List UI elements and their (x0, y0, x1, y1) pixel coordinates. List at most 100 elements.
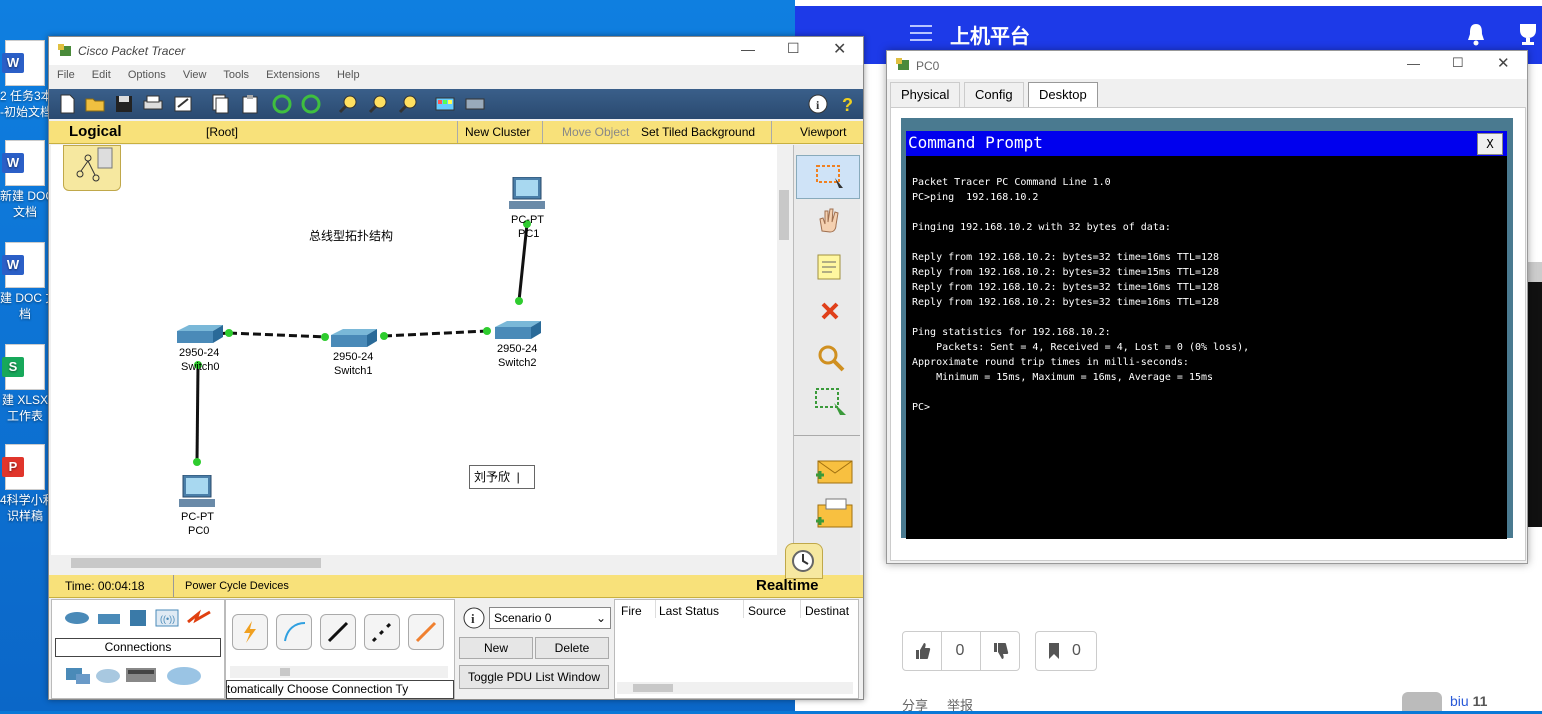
realtime-clock-icon[interactable] (785, 543, 823, 579)
wan-emulation-category-icon[interactable] (94, 666, 122, 689)
note-tool-icon[interactable] (816, 253, 842, 284)
custom-made-devices-icon[interactable] (124, 662, 158, 693)
menu-options[interactable]: Options (128, 69, 166, 81)
hamburger-icon[interactable] (910, 25, 932, 41)
pc0-device-icon[interactable] (177, 474, 217, 509)
menu-tools[interactable]: Tools (223, 69, 249, 81)
new-file-icon[interactable] (56, 93, 78, 115)
zoom-reset-icon[interactable] (367, 93, 389, 115)
delete-scenario-button[interactable]: Delete (535, 637, 609, 659)
copy-icon[interactable] (209, 93, 231, 115)
tab-config[interactable]: Config (964, 82, 1024, 107)
new-cluster-button[interactable]: New Cluster (465, 125, 530, 139)
auto-connection-icon[interactable] (232, 614, 268, 650)
menu-file[interactable]: File (57, 69, 75, 81)
hub-category-icon[interactable] (128, 608, 148, 631)
bookmark-button[interactable]: 0 (1035, 631, 1097, 671)
switch1-device-icon[interactable] (329, 327, 379, 349)
logical-tab[interactable]: Logical (69, 123, 122, 140)
resize-tool-icon[interactable] (814, 387, 850, 422)
desktop-icon-word-3[interactable]: W 建 DOC 文 档 (0, 242, 50, 322)
crossover-cable-icon[interactable] (364, 614, 400, 650)
share-link[interactable]: 分享 (902, 695, 928, 714)
add-complex-pdu-icon[interactable] (814, 497, 854, 534)
help-icon[interactable]: ? (837, 93, 859, 115)
switch2-device-icon[interactable] (493, 319, 543, 341)
user-name[interactable]: biu 11 (1450, 693, 1487, 709)
root-label[interactable]: [Root] (206, 125, 238, 139)
set-tiled-background-button[interactable]: Set Tiled Background (641, 125, 755, 139)
connections-category-icon[interactable] (186, 608, 212, 631)
wireless-category-icon[interactable]: ((•)) (154, 608, 180, 631)
straight-through-cable-icon[interactable] (320, 614, 356, 650)
inspect-tool-icon[interactable] (816, 343, 846, 376)
fiber-cable-icon[interactable] (408, 614, 444, 650)
router-category-icon[interactable] (64, 610, 90, 629)
scenario-select[interactable]: Scenario 0 ⌄ (489, 607, 611, 629)
canvas-vscrollbar[interactable] (777, 145, 791, 555)
pdu-hscrollbar[interactable] (617, 682, 853, 694)
info-icon[interactable]: i (807, 93, 829, 115)
undo-icon[interactable] (271, 93, 293, 115)
pc1-device-icon[interactable] (507, 176, 547, 211)
canvas-hscrollbar[interactable] (51, 555, 777, 571)
palette-icon[interactable] (434, 93, 456, 115)
column-last-status[interactable]: Last Status (659, 604, 719, 618)
zoom-out-icon[interactable] (397, 93, 419, 115)
maximize-button[interactable]: ☐ (1452, 55, 1464, 71)
scenario-info-icon[interactable]: i (463, 607, 485, 632)
move-object-button[interactable]: Move Object (562, 125, 629, 139)
toggle-pdu-list-button[interactable]: Toggle PDU List Window (459, 665, 609, 689)
save-icon[interactable] (113, 93, 135, 115)
end-devices-category-icon[interactable] (64, 664, 92, 691)
minimize-button[interactable]: — (741, 41, 755, 57)
desktop-icon-pdf[interactable]: P 4科学小利 识样稿 (0, 444, 50, 524)
minimize-button[interactable]: — (1407, 56, 1420, 71)
column-source[interactable]: Source (748, 604, 786, 618)
maximize-button[interactable]: ☐ (787, 40, 800, 57)
select-tool-icon[interactable] (796, 155, 860, 199)
add-simple-pdu-icon[interactable] (814, 457, 854, 488)
tab-physical[interactable]: Physical (890, 82, 961, 107)
bell-icon[interactable] (1465, 22, 1487, 46)
close-button[interactable]: ✕ (1497, 54, 1510, 72)
topology-links (193, 220, 531, 466)
report-link[interactable]: 举报 (947, 695, 973, 714)
switch0-device-icon[interactable] (175, 323, 225, 345)
power-cycle-devices-button[interactable]: Power Cycle Devices (185, 580, 289, 592)
menu-view[interactable]: View (183, 69, 207, 81)
hand-tool-icon[interactable] (814, 205, 844, 238)
multiuser-connection-icon[interactable] (164, 664, 204, 691)
open-folder-icon[interactable] (84, 93, 106, 115)
thumbs-up-icon[interactable] (903, 632, 942, 670)
desktop-icon-word-2[interactable]: W 新建 DOCX 文档 (0, 140, 50, 220)
print-icon[interactable] (142, 93, 164, 115)
connection-scrollbar[interactable] (230, 666, 448, 678)
tab-desktop[interactable]: Desktop (1028, 82, 1098, 107)
avatar[interactable] (1402, 692, 1442, 711)
new-scenario-button[interactable]: New (459, 637, 533, 659)
column-fire[interactable]: Fire (621, 604, 642, 618)
activity-wizard-icon[interactable] (172, 93, 194, 115)
delete-tool-icon[interactable] (820, 301, 840, 324)
switch-category-icon[interactable] (96, 610, 122, 629)
column-destination[interactable]: Destinat (805, 604, 849, 618)
close-button[interactable]: ✕ (833, 39, 846, 59)
redo-icon[interactable] (300, 93, 322, 115)
console-cable-icon[interactable] (276, 614, 312, 650)
custom-device-icon[interactable] (464, 93, 486, 115)
command-output[interactable]: Packet Tracer PC Command Line 1.0 PC>ping… (912, 175, 1249, 415)
zoom-in-icon[interactable] (337, 93, 359, 115)
thumbs-down-icon[interactable] (980, 632, 1019, 670)
paste-icon[interactable] (239, 93, 261, 115)
trophy-icon[interactable] (1515, 22, 1541, 46)
command-prompt-close-button[interactable]: X (1477, 133, 1503, 155)
workspace-canvas[interactable]: 总线型拓扑结构 刘予欣 | PC-PT PC1 2950-24 Switch0 (51, 145, 777, 555)
menu-help[interactable]: Help (337, 69, 360, 81)
desktop-icon-word-1[interactable]: W 2 任务3本 -初始文档 (0, 40, 50, 120)
menu-extensions[interactable]: Extensions (266, 69, 320, 81)
desktop-icon-sheet[interactable]: S 建 XLSX 工作表 (0, 344, 50, 424)
viewport-button[interactable]: Viewport (800, 125, 846, 139)
menu-edit[interactable]: Edit (92, 69, 111, 81)
pc0-type: PC-PT (181, 511, 214, 523)
